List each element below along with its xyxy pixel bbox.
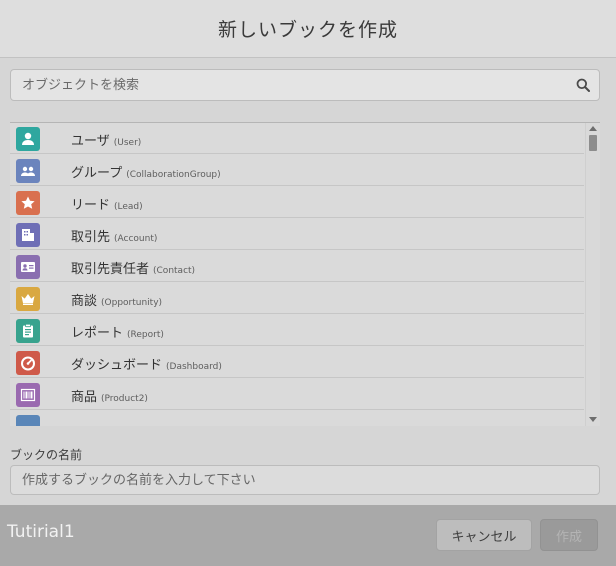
dashboard-gauge-icon	[16, 351, 40, 375]
list-item-label: グループ	[71, 166, 123, 181]
list-item-label: ユーザ	[71, 134, 110, 149]
list-item-lead[interactable]: リード (Lead)	[10, 187, 584, 218]
object-search-input[interactable]	[11, 70, 571, 100]
list-item-label: レポート	[71, 326, 124, 341]
list-item-label: 取引先責任者	[71, 262, 150, 277]
dialog-body: ユーザ(User) グループ(CollaborationGroup) リード(L…	[0, 58, 616, 505]
account-building-icon	[16, 223, 40, 247]
list-item-report[interactable]: レポート (Report)	[10, 315, 584, 346]
dialog-title: 新しいブックを作成	[217, 19, 398, 41]
scroll-up-arrow-icon[interactable]	[589, 126, 597, 131]
list-item-api-name: (Contact)	[153, 266, 196, 276]
object-search	[10, 69, 600, 101]
list-item-api-name: (Report)	[127, 330, 164, 340]
dialog-footer: Tutirial1 キャンセル 作成	[0, 505, 616, 566]
list-item-opportunity[interactable]: 商談 (Opportunity)	[10, 283, 584, 314]
list-item-api-name: (CollaborationGroup)	[126, 170, 221, 180]
list-item-label: リード	[71, 198, 111, 213]
create-button[interactable]: 作成	[540, 519, 598, 551]
list-item-label: ダッシュボード	[71, 358, 163, 373]
contact-card-icon	[16, 255, 40, 279]
list-item-contact[interactable]: 取引先責任者 (Contact)	[10, 251, 584, 282]
list-item-user[interactable]: ユーザ (User)	[10, 123, 584, 154]
list-item-account[interactable]: 取引先 (Account)	[10, 219, 584, 250]
opportunity-crown-icon	[16, 287, 40, 311]
list-item-api-name: (Opportunity)	[101, 298, 163, 308]
list-item-api-name: (Lead)	[114, 202, 143, 212]
lead-star-icon	[16, 191, 40, 215]
list-item-label: 商談	[71, 294, 98, 309]
create-book-dialog: 新しいブックを作成 ユーザ(User) グループ(CollaborationGr…	[0, 0, 616, 566]
list-item-group[interactable]: グループ (CollaborationGroup)	[10, 155, 584, 186]
list-item-label: 取引先	[71, 230, 111, 245]
list-item-api-name: (Product2)	[101, 394, 148, 404]
list-item-dashboard[interactable]: ダッシュボード (Dashboard)	[10, 347, 584, 378]
list-item-api-name: (Account)	[114, 234, 158, 244]
user-icon	[16, 127, 40, 151]
book-name-label: ブックの名前	[10, 448, 83, 462]
tutorial-label: Tutirial1	[7, 522, 75, 542]
list-item-api-name: (User)	[113, 138, 142, 148]
product-barcode-icon	[16, 383, 40, 407]
dialog-header: 新しいブックを作成	[0, 0, 616, 58]
list-scrollbar[interactable]	[585, 123, 600, 426]
list-item-label: 商品	[71, 390, 98, 405]
search-icon[interactable]	[576, 78, 590, 92]
report-clipboard-icon	[16, 319, 40, 343]
list-item-product[interactable]: 商品 (Product2)	[10, 379, 584, 410]
list-item-api-name: (Dashboard)	[166, 362, 222, 372]
list-item-partial[interactable]	[10, 411, 584, 426]
object-list: ユーザ (User) グループ (CollaborationGroup) リード (L…	[10, 122, 600, 426]
partial-icon	[16, 415, 40, 426]
group-icon	[16, 159, 40, 183]
book-name-input[interactable]	[10, 465, 600, 495]
scroll-thumb[interactable]	[589, 135, 597, 151]
scroll-down-arrow-icon[interactable]	[589, 417, 597, 422]
cancel-button[interactable]: キャンセル	[436, 519, 532, 551]
